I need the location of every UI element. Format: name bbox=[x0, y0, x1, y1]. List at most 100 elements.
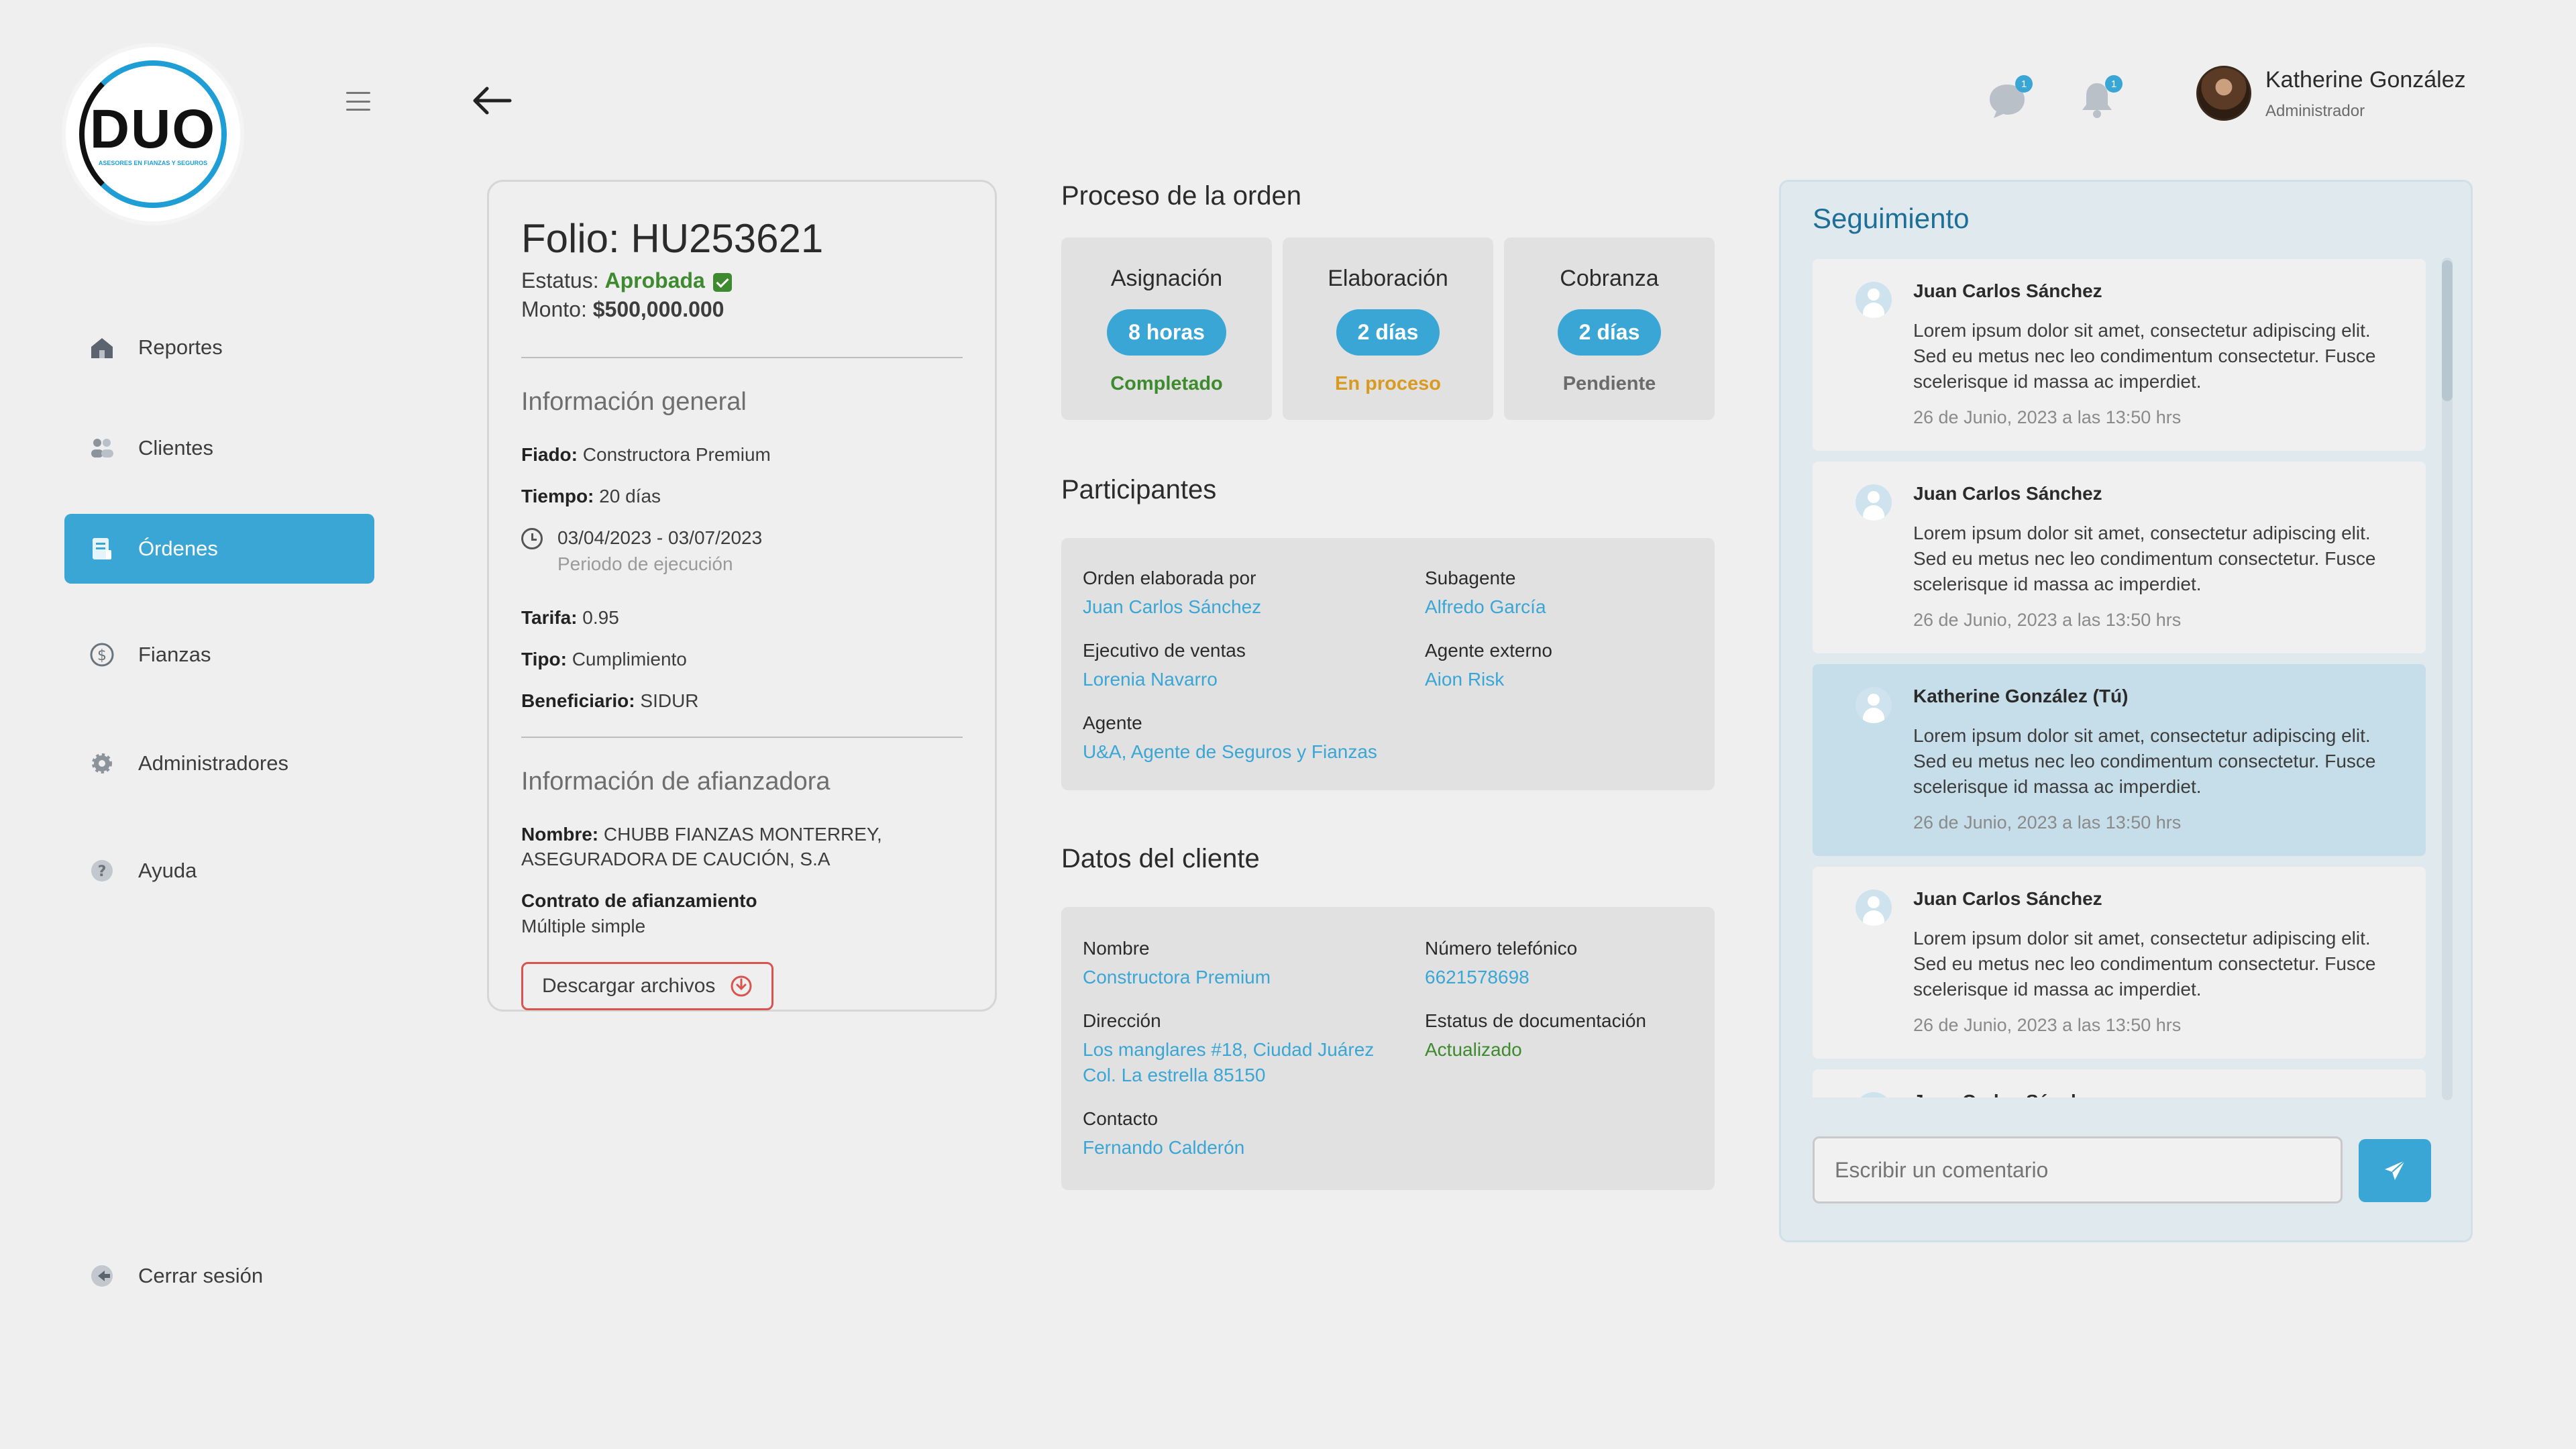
tiempo-value: 20 días bbox=[599, 485, 661, 506]
participant-link[interactable]: Aion Risk bbox=[1425, 667, 1552, 692]
participant-label: Agente externo bbox=[1425, 640, 1552, 661]
amount-value: $500,000.000 bbox=[592, 297, 724, 321]
beneficiario-label: Beneficiario: bbox=[521, 690, 635, 711]
client-value[interactable]: Los manglares #18, Ciudad Juárez bbox=[1083, 1037, 1374, 1063]
notifications-button[interactable]: 1 bbox=[2076, 75, 2123, 122]
back-arrow-icon[interactable] bbox=[470, 84, 513, 117]
client-value[interactable]: Constructora Premium bbox=[1083, 965, 1271, 990]
process-title: Proceso de la orden bbox=[1061, 181, 1302, 211]
participant-link[interactable]: Alfredo García bbox=[1425, 594, 1546, 620]
client-label: Estatus de documentación bbox=[1425, 1010, 1646, 1031]
period-row: 03/04/2023 - 03/07/2023 Periodo de ejecu… bbox=[521, 525, 963, 578]
client-title: Datos del cliente bbox=[1061, 844, 1260, 873]
participant-link[interactable]: U&A, Agente de Seguros y Fianzas bbox=[1083, 739, 1377, 765]
tarifa-label: Tarifa: bbox=[521, 607, 578, 629]
comment-author: Juan Carlos Sánchez bbox=[1913, 888, 2102, 909]
client-telefono: Número telefónico 6621578698 bbox=[1425, 938, 1577, 990]
comment-author: Juan Carlos Sánchez bbox=[1913, 483, 2102, 504]
beneficiario-row: Beneficiario: SIDUR bbox=[521, 688, 963, 714]
client-value[interactable]: 6621578698 bbox=[1425, 965, 1577, 990]
comment-item-mine: Katherine González (Tú) Lorem ipsum dolo… bbox=[1813, 664, 2426, 856]
step-duration: 8 horas bbox=[1107, 309, 1226, 356]
comment-author: Juan Carlos Sánchez bbox=[1913, 280, 2102, 301]
svg-text:?: ? bbox=[98, 863, 107, 880]
fiado-label: Fiado: bbox=[521, 444, 578, 465]
fiado-value: Constructora Premium bbox=[582, 444, 771, 465]
hamburger-menu-icon[interactable] bbox=[346, 92, 370, 111]
step-label: Asignación bbox=[1110, 266, 1223, 291]
period-label: Periodo de ejecución bbox=[557, 553, 733, 575]
comment-scrollbar-thumb[interactable] bbox=[2442, 260, 2453, 401]
comment-list[interactable]: Juan Carlos Sánchez Lorem ipsum dolor si… bbox=[1813, 259, 2426, 1097]
client-value[interactable]: Col. La estrella 85150 bbox=[1083, 1063, 1374, 1088]
sidebar-item-ayuda[interactable]: ? Ayuda bbox=[64, 836, 374, 906]
logout-button[interactable]: Cerrar sesión bbox=[64, 1241, 374, 1311]
participant-ejecutivo: Ejecutivo de ventas Lorenia Navarro bbox=[1083, 640, 1246, 692]
sidebar-item-clientes[interactable]: Clientes bbox=[64, 413, 374, 483]
comment-text: Lorem ipsum dolor sit amet, consectetur … bbox=[1913, 523, 2376, 594]
status-label: Estatus: bbox=[521, 268, 599, 292]
svg-text:$: $ bbox=[97, 647, 107, 664]
client-label: Contacto bbox=[1083, 1108, 1159, 1129]
messages-button[interactable]: 1 bbox=[1986, 75, 2033, 122]
step-state: Pendiente bbox=[1562, 373, 1656, 394]
sidebar-item-fianzas[interactable]: $ Fianzas bbox=[64, 620, 374, 690]
beneficiario-value: SIDUR bbox=[640, 690, 699, 711]
comment-author: Katherine González (Tú) bbox=[1913, 686, 2129, 706]
step-duration: 2 días bbox=[1336, 309, 1440, 356]
sidebar-item-ordenes[interactable]: Órdenes bbox=[64, 514, 374, 584]
client-label: Dirección bbox=[1083, 1010, 1161, 1031]
participant-subagente: Subagente Alfredo García bbox=[1425, 568, 1546, 620]
comment-item: Juan Carlos Sánchez Lorem ipsum dolor si… bbox=[1813, 259, 2426, 451]
comment-text: Lorem ipsum dolor sit amet, consectetur … bbox=[1913, 928, 2376, 1000]
afianzadora-info-title: Información de afianzadora bbox=[521, 767, 830, 796]
logo-text: DUO bbox=[89, 99, 217, 160]
download-files-button[interactable]: Descargar archivos bbox=[521, 961, 774, 1010]
sidebar-item-reportes[interactable]: Reportes bbox=[64, 313, 374, 382]
comment-date: 26 de Junio, 2023 a las 13:50 hrs bbox=[1913, 1015, 2182, 1036]
send-comment-button[interactable] bbox=[2359, 1139, 2431, 1202]
amount-row: Monto: $500,000.000 bbox=[521, 297, 963, 322]
comment-item: Juan Carlos Sánchez Lorem ipsum dolor si… bbox=[1813, 867, 2426, 1059]
amount-label: Monto: bbox=[521, 297, 587, 321]
dollar-icon: $ bbox=[89, 641, 115, 668]
client-value: Actualizado bbox=[1425, 1039, 1522, 1060]
participant-label: Orden elaborada por bbox=[1083, 568, 1256, 588]
period-value: 03/04/2023 - 03/07/2023 bbox=[557, 527, 763, 548]
sidebar-item-administradores[interactable]: Administradores bbox=[64, 729, 374, 798]
tracking-title: Seguimiento bbox=[1813, 203, 1970, 234]
comment-date: 26 de Junio, 2023 a las 13:50 hrs bbox=[1913, 610, 2182, 631]
participant-label: Ejecutivo de ventas bbox=[1083, 640, 1246, 661]
clock-icon bbox=[521, 527, 543, 549]
folio-value: HU253621 bbox=[631, 216, 824, 261]
client-label: Número telefónico bbox=[1425, 938, 1578, 959]
gear-icon bbox=[89, 750, 115, 777]
participant-link[interactable]: Juan Carlos Sánchez bbox=[1083, 594, 1261, 620]
comment-item: Juan Carlos Sánchez Lorem ipsum dolor si… bbox=[1813, 462, 2426, 653]
comment-author: Juan Carlos Sánchez bbox=[1913, 1091, 2380, 1097]
download-icon bbox=[731, 975, 752, 997]
participant-link[interactable]: Lorenia Navarro bbox=[1083, 667, 1246, 692]
sidebar-item-label: Órdenes bbox=[138, 537, 218, 560]
client-value[interactable]: Fernando Calderón bbox=[1083, 1135, 1244, 1161]
comment-text: Lorem ipsum dolor sit amet, consectetur … bbox=[1913, 725, 2376, 797]
comment-input[interactable] bbox=[1813, 1136, 2343, 1203]
sidebar-item-label: Ayuda bbox=[138, 859, 197, 882]
process-step-cobranza: Cobranza 2 días Pendiente bbox=[1504, 237, 1715, 420]
user-role: Administrador bbox=[2265, 102, 2365, 120]
client-contacto: Contacto Fernando Calderón bbox=[1083, 1108, 1244, 1161]
avatar[interactable] bbox=[2196, 66, 2251, 121]
logout-label: Cerrar sesión bbox=[138, 1264, 264, 1287]
process-step-elaboracion: Elaboración 2 días En proceso bbox=[1283, 237, 1493, 420]
user-name[interactable]: Katherine González bbox=[2265, 67, 2466, 93]
user-avatar-icon bbox=[1856, 484, 1892, 521]
process-step-asignacion: Asignación 8 horas Completado bbox=[1061, 237, 1272, 420]
comment-date: 26 de Junio, 2023 a las 13:50 hrs bbox=[1913, 812, 2182, 833]
user-avatar-icon bbox=[1856, 1092, 1892, 1097]
comment-date: 26 de Junio, 2023 a las 13:50 hrs bbox=[1913, 407, 2182, 428]
logo-ring: DUO ASESORES EN FIANZAS Y SEGUROS bbox=[79, 60, 227, 208]
comment-item: Juan Carlos Sánchez bbox=[1813, 1069, 2426, 1097]
tipo-row: Tipo: Cumplimiento bbox=[521, 647, 963, 672]
step-duration: 2 días bbox=[1557, 309, 1662, 356]
participants-panel: Orden elaborada por Juan Carlos Sánchez … bbox=[1061, 538, 1715, 790]
